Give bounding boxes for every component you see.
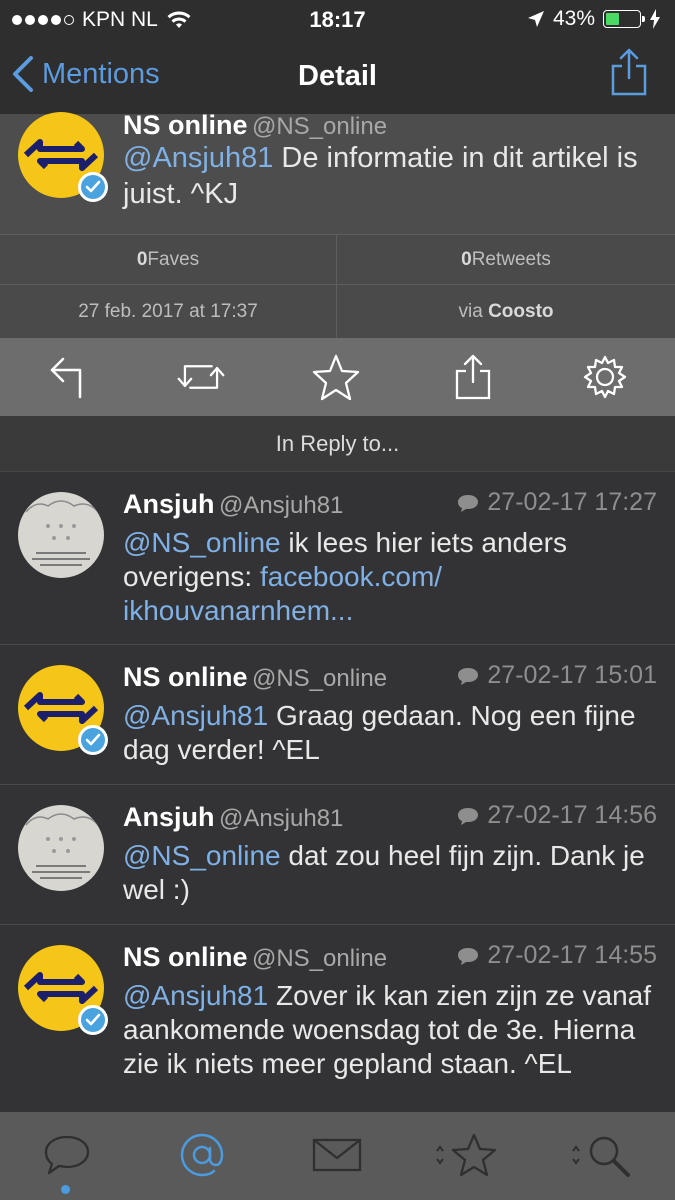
- favorite-button[interactable]: [311, 352, 361, 402]
- share-button[interactable]: [609, 46, 649, 103]
- tab-messages[interactable]: [302, 1130, 372, 1180]
- tweet-mention-link[interactable]: @Ansjuh81: [123, 142, 273, 174]
- speech-bubble-icon: [458, 947, 479, 965]
- charging-bolt-icon: [650, 9, 660, 29]
- at-sign-icon: [180, 1133, 224, 1177]
- retweet-icon: [177, 365, 225, 389]
- speech-bubble-icon: [458, 667, 479, 685]
- reply-mention-link[interactable]: @Ansjuh81: [123, 980, 268, 1011]
- speech-bubble-icon: [458, 494, 479, 512]
- tab-timeline[interactable]: [32, 1130, 102, 1180]
- reply-tweet[interactable]: NS online @NS_online 27-02-17 15:01 @Ans…: [0, 645, 675, 785]
- ns-avatar[interactable]: [18, 665, 108, 755]
- reply-text: @NS_online ik lees hier iets anders over…: [123, 527, 567, 626]
- author-name[interactable]: NS online: [123, 110, 248, 140]
- reply-timestamp: 27-02-17 14:56: [487, 801, 657, 829]
- reply-mention-link[interactable]: @NS_online: [123, 527, 281, 558]
- reply-timestamp: 27-02-17 15:01: [487, 661, 657, 689]
- retweets-count[interactable]: 0 Retweets: [337, 234, 675, 285]
- reply-text: @NS_online dat zou heel fijn zijn. Dank …: [123, 840, 645, 905]
- star-icon: [312, 354, 360, 401]
- reply-tweet[interactable]: Ansjuh @Ansjuh81 27-02-17 14:56 @NS_onli…: [0, 785, 675, 925]
- status-bar: KPN NL 18:17 43%: [0, 0, 675, 38]
- verified-badge-icon: [78, 725, 108, 755]
- tweet-text: @Ansjuh81 De informatie in dit artikel i…: [123, 140, 643, 212]
- tab-mentions[interactable]: [167, 1130, 237, 1180]
- envelope-icon: [312, 1138, 362, 1172]
- gear-icon: [583, 355, 627, 399]
- author-handle[interactable]: @Ansjuh81: [219, 805, 343, 833]
- tab-bar: [0, 1112, 675, 1200]
- share-tweet-button[interactable]: [448, 352, 498, 402]
- ansjuh-avatar[interactable]: [18, 805, 104, 891]
- tab-favorites[interactable]: [432, 1130, 502, 1180]
- ns-avatar[interactable]: [18, 945, 108, 1035]
- action-bar: [0, 338, 675, 416]
- speech-bubble-icon: [44, 1135, 90, 1175]
- author-handle[interactable]: @NS_online: [252, 113, 387, 140]
- location-arrow-icon: [527, 11, 544, 27]
- reply-icon: [50, 357, 82, 399]
- author-name[interactable]: NS online: [123, 942, 248, 973]
- reply-text: @Ansjuh81 Zover ik kan zien zijn ze vana…: [123, 980, 652, 1079]
- tweet-date: 27 feb. 2017 at 17:37: [0, 285, 337, 338]
- reply-timestamp: 27-02-17 17:27: [487, 488, 657, 516]
- reply-tweet[interactable]: Ansjuh @Ansjuh81 27-02-17 17:27 @NS_onli…: [0, 472, 675, 645]
- reply-mention-link[interactable]: @Ansjuh81: [123, 700, 268, 731]
- reply-text: @Ansjuh81 Graag gedaan. Nog een fijne da…: [123, 700, 636, 765]
- reply-button[interactable]: [43, 352, 93, 402]
- author-handle[interactable]: @NS_online: [252, 945, 387, 973]
- tweet-stats: 0 Faves 0 Retweets 27 feb. 2017 at 17:37…: [0, 234, 675, 338]
- faves-count[interactable]: 0 Faves: [0, 234, 337, 285]
- ns-avatar[interactable]: [18, 112, 108, 202]
- author-handle[interactable]: @Ansjuh81: [219, 492, 343, 520]
- settings-button[interactable]: [580, 352, 630, 402]
- author-name[interactable]: Ansjuh: [123, 802, 215, 833]
- in-reply-to-header: In Reply to...: [0, 416, 675, 472]
- ansjuh-avatar[interactable]: [18, 492, 104, 578]
- speech-bubble-icon: [458, 807, 479, 825]
- unread-dot: [61, 1185, 70, 1194]
- verified-badge-icon: [78, 172, 108, 202]
- battery-icon: [603, 10, 645, 28]
- navigation-bar: Mentions Detail: [0, 38, 675, 114]
- reply-mention-link[interactable]: @NS_online: [123, 840, 281, 871]
- author-name[interactable]: NS online: [123, 662, 248, 693]
- page-title: Detail: [298, 60, 377, 92]
- battery-percentage: 43%: [552, 7, 595, 30]
- verified-badge-icon: [78, 1005, 108, 1035]
- author-name[interactable]: Ansjuh: [123, 489, 215, 520]
- tab-search[interactable]: [568, 1130, 638, 1180]
- sort-star-icon: [436, 1133, 497, 1177]
- reply-tweet[interactable]: NS online @NS_online 27-02-17 14:55 @Ans…: [0, 925, 675, 1112]
- tweet-source: via Coosto: [458, 300, 554, 322]
- retweet-button[interactable]: [176, 352, 226, 402]
- sort-search-icon: [572, 1136, 630, 1177]
- reply-timestamp: 27-02-17 14:55: [487, 941, 657, 969]
- share-icon: [455, 354, 491, 400]
- share-icon: [611, 48, 647, 96]
- rain-cloud-avatar-icon: [25, 813, 99, 879]
- main-tweet: NS online @NS_online @Ansjuh81 De inform…: [0, 110, 675, 234]
- author-handle[interactable]: @NS_online: [252, 665, 387, 693]
- rain-cloud-avatar-icon: [25, 500, 99, 566]
